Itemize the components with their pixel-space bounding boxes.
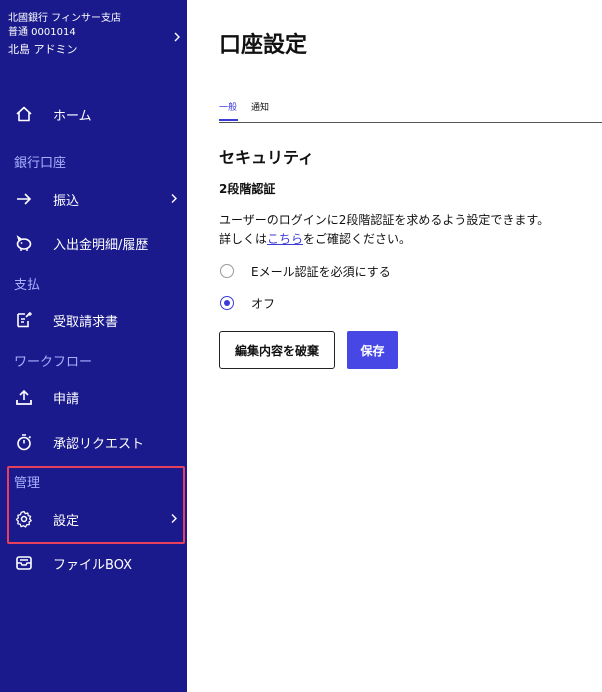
tab-general[interactable]: 一般 — [219, 100, 237, 113]
description-prefix: 詳しくは — [219, 232, 268, 246]
section-payment: 支払 — [14, 278, 41, 293]
sidebar-item-label: 振込 — [53, 193, 80, 209]
two-factor-heading: 2段階認証 — [219, 182, 276, 196]
piggy-bank-icon — [14, 233, 34, 253]
radio-button-selected[interactable] — [220, 296, 234, 310]
edit-document-icon — [14, 310, 34, 330]
sidebar-item-label: 受取請求書 — [53, 314, 119, 330]
radio-option-off[interactable]: オフ — [220, 294, 275, 312]
tab-notifications[interactable]: 通知 — [251, 100, 269, 113]
page-title: 口座設定 — [219, 33, 308, 58]
description-suffix: をご確認ください。 — [303, 232, 412, 246]
sidebar-item-filebox[interactable]: ファイルBOX — [0, 543, 187, 583]
inbox-icon — [14, 553, 34, 573]
sidebar-item-label: ファイルBOX — [53, 557, 132, 573]
sidebar-item-statement[interactable]: 入出金明細/履歴 — [0, 223, 187, 263]
sidebar: 北國銀行 フィンサー支店 普通 0001014 北島 アドミン ホーム 銀行口座… — [0, 0, 187, 692]
security-heading: セキュリティ — [219, 148, 315, 167]
radio-button[interactable] — [220, 264, 234, 278]
chevron-right-icon — [173, 28, 181, 47]
chevron-right-icon — [170, 190, 178, 209]
upload-icon — [14, 387, 34, 407]
two-factor-description: ユーザーのログインに2段階認証を求めるよう設定できます。 詳しくはこちらをご確認… — [219, 211, 549, 249]
main-content: 口座設定 一般 通知 セキュリティ 2段階認証 ユーザーのログインに2段階認証を… — [187, 0, 602, 692]
sidebar-item-home[interactable]: ホーム — [0, 94, 187, 134]
sidebar-item-transfer[interactable]: 振込 — [0, 179, 187, 219]
sidebar-item-label: 入出金明細/履歴 — [53, 237, 149, 253]
arrow-right-icon — [14, 189, 34, 209]
sidebar-item-label: ホーム — [53, 108, 92, 124]
save-button[interactable]: 保存 — [347, 331, 398, 369]
radio-label: オフ — [251, 296, 276, 311]
details-link[interactable]: こちら — [267, 232, 303, 246]
radio-option-email-required[interactable]: Eメール認証を必須にする — [220, 262, 391, 280]
description-line: 詳しくはこちらをご確認ください。 — [219, 230, 549, 249]
description-line: ユーザーのログインに2段階認証を求めるよう設定できます。 — [219, 213, 550, 227]
section-banking: 銀行口座 — [14, 156, 67, 171]
sidebar-item-label: 承認リクエスト — [53, 436, 145, 452]
discard-changes-button[interactable]: 編集内容を破棄 — [219, 331, 335, 369]
tab-bar: 一般 通知 — [219, 98, 602, 123]
user-name: 北島 アドミン — [8, 43, 78, 56]
sidebar-item-approval[interactable]: 承認リクエスト — [0, 422, 187, 462]
sidebar-item-application[interactable]: 申請 — [0, 377, 187, 417]
account-switcher[interactable]: 北國銀行 フィンサー支店 普通 0001014 北島 アドミン — [8, 12, 183, 57]
active-tab-indicator — [219, 119, 238, 121]
radio-label: Eメール認証を必須にする — [251, 264, 391, 279]
stopwatch-icon — [14, 432, 34, 452]
sidebar-item-invoices[interactable]: 受取請求書 — [0, 300, 187, 340]
home-icon — [14, 104, 34, 124]
bank-branch: 北國銀行 フィンサー支店 — [8, 13, 121, 24]
selection-highlight — [7, 466, 185, 544]
account-number: 普通 0001014 — [8, 27, 76, 38]
sidebar-item-label: 申請 — [53, 391, 80, 407]
section-workflow: ワークフロー — [14, 355, 93, 370]
